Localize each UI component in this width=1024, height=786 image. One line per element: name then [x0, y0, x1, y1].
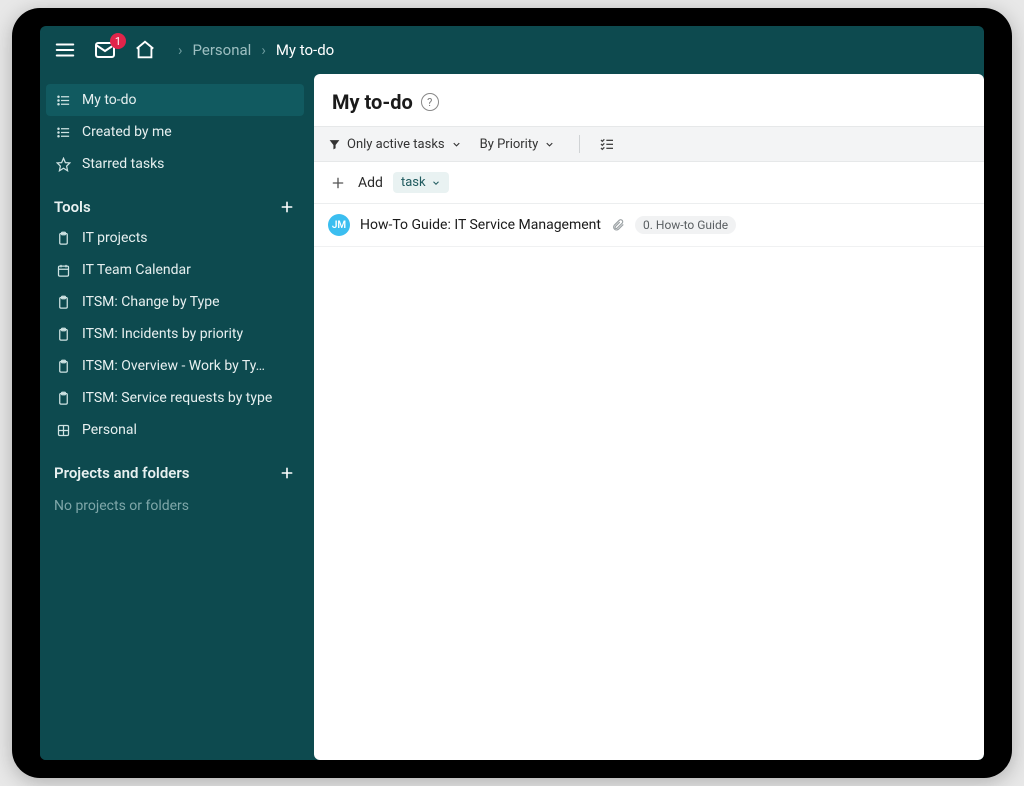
filter-sort-label: By Priority: [480, 137, 539, 152]
sidebar-item-label: Personal: [82, 422, 296, 438]
filter-active-tasks-label: Only active tasks: [347, 137, 445, 152]
subtasks-toggle-icon[interactable]: [598, 135, 616, 153]
add-type-label: task: [401, 175, 426, 190]
clipboard-icon: [54, 391, 72, 406]
topbar: 1 › Personal › My to-do: [40, 26, 984, 74]
divider: [579, 135, 580, 153]
sidebar-item-created-by-me[interactable]: Created by me: [40, 116, 310, 148]
sidebar-item-label: ITSM: Change by Type: [82, 294, 296, 310]
inbox-icon[interactable]: 1: [92, 37, 118, 63]
calendar-icon: [54, 263, 72, 278]
add-tool-icon[interactable]: [278, 198, 296, 216]
sidebar-item-label: Starred tasks: [82, 156, 296, 172]
page-title-row: My to-do ?: [314, 74, 984, 126]
sidebar-item-it-team-calendar[interactable]: IT Team Calendar: [40, 254, 310, 286]
filter-bar: Only active tasks By Priority: [314, 126, 984, 162]
list-icon: [54, 93, 72, 108]
plus-icon: [328, 173, 348, 193]
sidebar-item-label: My to-do: [82, 92, 296, 108]
sidebar-item-itsm-incidents-by-priority[interactable]: ITSM: Incidents by priority: [40, 318, 310, 350]
list-icon: [54, 125, 72, 140]
tools-title: Tools: [54, 198, 91, 216]
app-screen: 1 › Personal › My to-do My to-do Created …: [40, 26, 984, 760]
tools-section-head: Tools: [40, 180, 310, 222]
projects-title: Projects and folders: [54, 464, 189, 482]
home-icon[interactable]: [132, 37, 158, 63]
sidebar-item-itsm-service-requests-by-type[interactable]: ITSM: Service requests by type: [40, 382, 310, 414]
chevron-right-icon: ›: [178, 41, 183, 59]
avatar: JM: [328, 214, 350, 236]
sidebar: My to-do Created by me Starred tasks Tools…: [40, 74, 310, 760]
clipboard-icon: [54, 359, 72, 374]
sidebar-item-label: ITSM: Service requests by type: [82, 390, 296, 406]
sidebar-item-personal[interactable]: Personal: [40, 414, 310, 446]
add-project-icon[interactable]: [278, 464, 296, 482]
breadcrumb-parent[interactable]: Personal: [193, 41, 252, 59]
help-icon[interactable]: ?: [421, 93, 439, 111]
chevron-down-icon: [544, 139, 555, 150]
inbox-badge: 1: [110, 33, 126, 49]
tablet-frame: 1 › Personal › My to-do My to-do Created …: [12, 8, 1012, 778]
add-label: Add: [358, 175, 383, 191]
clipboard-icon: [54, 327, 72, 342]
sidebar-item-label: IT projects: [82, 230, 296, 246]
chevron-right-icon: ›: [261, 41, 266, 59]
grid-icon: [54, 423, 72, 438]
star-icon: [54, 157, 72, 172]
sidebar-item-label: ITSM: Overview - Work by Ty…: [82, 358, 296, 374]
attachment-icon: [611, 218, 625, 232]
filter-sort[interactable]: By Priority: [480, 137, 556, 152]
clipboard-icon: [54, 295, 72, 310]
sidebar-item-my-to-do[interactable]: My to-do: [46, 84, 304, 116]
body: My to-do Created by me Starred tasks Tools…: [40, 74, 984, 760]
projects-section-head: Projects and folders: [40, 446, 310, 488]
sidebar-item-starred-tasks[interactable]: Starred tasks: [40, 148, 310, 180]
clipboard-icon: [54, 231, 72, 246]
sidebar-item-label: Created by me: [82, 124, 296, 140]
sidebar-item-it-projects[interactable]: IT projects: [40, 222, 310, 254]
breadcrumb-current: My to-do: [276, 41, 334, 59]
funnel-icon: [328, 138, 341, 151]
task-tag: 0. How-to Guide: [635, 216, 736, 234]
sidebar-item-label: IT Team Calendar: [82, 262, 296, 278]
tasks-list: JM How-To Guide: IT Service Management 0. …: [314, 204, 984, 247]
main-panel: My to-do ? Only active tasks By Priority: [314, 74, 984, 760]
chevron-down-icon: [431, 178, 441, 188]
sidebar-item-itsm-change-by-type[interactable]: ITSM: Change by Type: [40, 286, 310, 318]
task-title: How-To Guide: IT Service Management: [360, 217, 601, 233]
page-title: My to-do: [332, 90, 413, 114]
task-row[interactable]: JM How-To Guide: IT Service Management 0. …: [314, 204, 984, 247]
projects-empty: No projects or folders: [40, 488, 310, 524]
add-task-row[interactable]: Add task: [314, 162, 984, 204]
hamburger-menu-icon[interactable]: [52, 37, 78, 63]
sidebar-item-itsm-overview-work-by-ty[interactable]: ITSM: Overview - Work by Ty…: [40, 350, 310, 382]
chevron-down-icon: [451, 139, 462, 150]
add-type-pill[interactable]: task: [393, 172, 449, 193]
breadcrumb: › Personal › My to-do: [178, 41, 334, 59]
filter-active-tasks[interactable]: Only active tasks: [328, 137, 462, 152]
sidebar-item-label: ITSM: Incidents by priority: [82, 326, 296, 342]
